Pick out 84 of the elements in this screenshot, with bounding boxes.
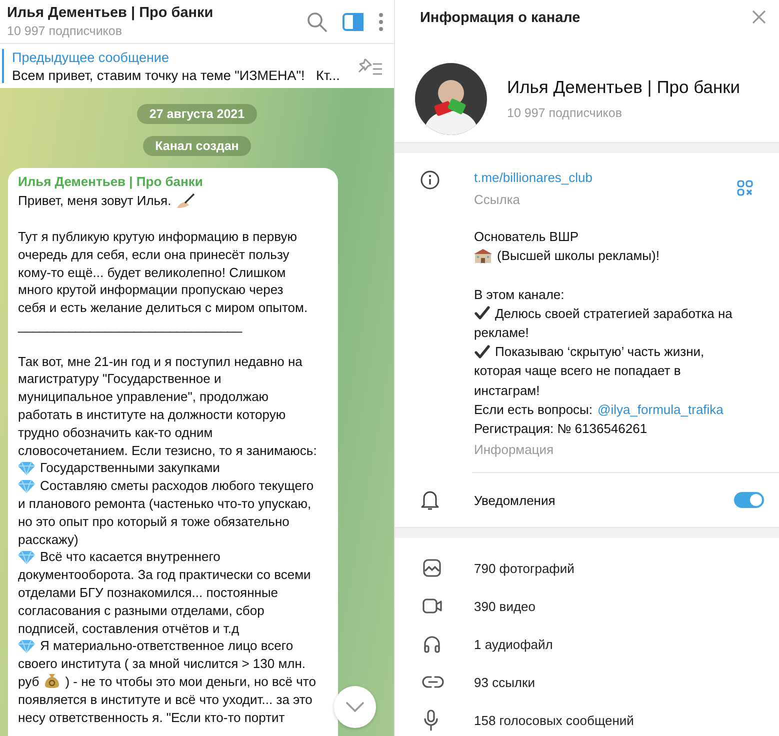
description-text: Регистрация: № 6136546261: [474, 420, 648, 436]
message-text: Так вот, мне 21-ин год и я поступил недавно на: [18, 354, 302, 369]
message-text: муниципальное управление", продолжаю: [18, 389, 269, 404]
video-icon: [422, 597, 444, 616]
media-count[interactable]: 93 ссылки: [474, 674, 535, 690]
description-text: Основатель ВШР: [474, 229, 579, 244]
sidebar-toggle-icon[interactable]: [342, 12, 364, 32]
service-message: 27 августа 2021: [137, 104, 257, 124]
media-count[interactable]: 790 фотографий: [474, 560, 574, 576]
check-icon: [474, 306, 490, 320]
microphone-icon: [422, 709, 440, 732]
message-text: работать в институте на должности которую: [18, 406, 286, 422]
link-label: Ссылка: [474, 192, 522, 207]
message-text: Тут я публикую крутую информацию в первую: [18, 228, 297, 244]
service-message: Канал создан: [143, 136, 251, 156]
message-text: магистратуру "Государственное и: [18, 371, 222, 386]
diamond-icon: [18, 550, 35, 564]
pinned-text: Всем привет, ставим точку на теме "ИЗМЕНА"! Кт...: [12, 68, 341, 82]
description-text: (Высшей школы рекламы)!: [497, 248, 660, 264]
notifications-toggle[interactable]: [734, 492, 764, 508]
message-text: Привет, меня зовут Илья.: [18, 193, 172, 208]
photo-icon: [422, 558, 442, 578]
info-icon: [420, 170, 440, 190]
message-text: _______________________________: [18, 318, 242, 333]
message-text: словосочетанием. Если тезисно, то я занимаюсь:: [18, 442, 317, 458]
mention-link[interactable]: @ilya_formula_trafika: [598, 402, 724, 417]
diamond-icon: [18, 460, 35, 475]
message-text: Всё что касается внутреннего: [40, 549, 220, 564]
notifications-label: Уведомления: [474, 492, 556, 508]
media-count[interactable]: 158 голосовых сообщений: [474, 712, 634, 728]
message-text: согласования с разными отделами, сбор: [18, 602, 264, 618]
bell-icon: [420, 489, 440, 512]
message-text: руб: [18, 674, 40, 689]
pinned-label: Предыдущее сообщение: [12, 50, 170, 64]
message-text: очередь для себя, если она принесёт пользу: [18, 246, 290, 262]
message-text: отделами БГУ познакомился... постоянные: [18, 584, 278, 600]
message-text: много крутой информации пропускаю через: [18, 282, 284, 298]
close-icon[interactable]: [751, 9, 767, 25]
diamond-icon: [18, 478, 35, 493]
message-text: документооборота. За год практически со всеми: [18, 567, 311, 582]
description-label: Информация: [474, 442, 555, 458]
message-text: Государственными закупками: [40, 460, 220, 476]
media-count[interactable]: 390 видео: [474, 598, 536, 614]
message-text: Составляю сметы расходов любого текущего: [40, 478, 314, 494]
message-author: Илья Дементьев | Про банки: [18, 174, 204, 191]
panel-title: Информация о канале: [420, 8, 582, 26]
headphones-icon: [422, 634, 442, 654]
description-text: Показываю ‘скрытую’ часть жизни,: [495, 344, 704, 360]
school-icon: [474, 248, 492, 264]
message-text: и планового ремонта (частенько что-то упускаю,: [18, 496, 312, 511]
message-text: трудно обозначить как-то одним: [18, 424, 213, 440]
scroll-down-button[interactable]: [334, 686, 376, 728]
description-text: Если есть вопросы:: [474, 402, 592, 417]
check-icon: [474, 344, 490, 359]
writing-hand-icon: [176, 192, 196, 209]
channel-name: Илья Дементьев | Про банки: [507, 77, 740, 98]
channel-link[interactable]: t.me/billionares_club: [474, 170, 593, 185]
money-bag-icon: [44, 673, 60, 690]
message-text: появляется в институте и всё что уходит... за это: [18, 692, 312, 707]
message-text: кому-то ещё... будет великолепно! Слишком: [18, 264, 286, 280]
description-text: Делюсь своей стратегией заработка на: [495, 306, 732, 321]
description-text: рекламе!: [474, 325, 529, 340]
message-text: своего института ( за мной числится > 130 млн.: [18, 656, 306, 672]
description-text: которая чаще всего не попадает в: [474, 363, 681, 378]
message-text: расскажу): [18, 532, 78, 547]
message-text: Я материально-ответственное лицо всего: [40, 638, 294, 654]
message-text: но это опыт про который я тоже обязательно: [18, 514, 290, 529]
message-text: несу ответственность я. "Если кто-то портит: [18, 710, 285, 724]
qr-code-icon[interactable]: [737, 180, 753, 196]
message-text: себя и есть желание делиться с миром опытом.: [18, 300, 308, 316]
diamond-icon: [18, 638, 35, 653]
subscriber-count: 10 997 подписчиков: [7, 24, 124, 38]
pinned-list-icon[interactable]: [356, 56, 384, 76]
search-icon[interactable]: [306, 10, 328, 32]
message-text: подписей, составления отчётов и т.д: [18, 620, 240, 636]
message-text: ) - не то чтобы это мои деньги, но всё что: [65, 674, 316, 689]
more-icon[interactable]: [378, 12, 384, 32]
media-count[interactable]: 1 аудиофайл: [474, 636, 553, 652]
subscriber-count: 10 997 подписчиков: [507, 106, 624, 120]
description-text: инстаграм!: [474, 382, 540, 398]
link-icon: [422, 674, 444, 690]
chat-title: Илья Дементьев | Про банки: [7, 5, 214, 21]
chevron-down-icon: [345, 701, 365, 713]
description-text: В этом канале:: [474, 286, 564, 302]
